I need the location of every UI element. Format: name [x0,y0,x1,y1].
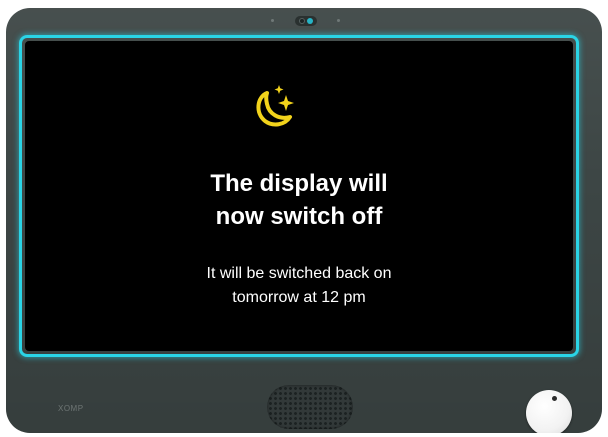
camera-bar [265,15,343,27]
display-off-subtitle: It will be switched back on tomorrow at … [25,262,573,310]
subtitle-line-2: tomorrow at 12 pm [232,289,366,306]
control-knob[interactable] [526,390,572,433]
knob-indicator-dot [552,396,557,401]
camera-lens-icon [299,18,305,24]
camera-indicator-light [307,18,313,24]
sensor-dot-left [271,19,274,22]
sensor-dot-right [337,19,340,22]
brand-label: XOMP [58,404,84,413]
title-line-1: The display will [210,170,388,197]
subtitle-line-1: It will be switched back on [206,265,392,282]
speaker-grille [267,385,353,429]
display-off-title: The display will now switch off [25,167,573,233]
title-line-2: now switch off [215,203,383,230]
moon-stars-icon [253,83,297,131]
